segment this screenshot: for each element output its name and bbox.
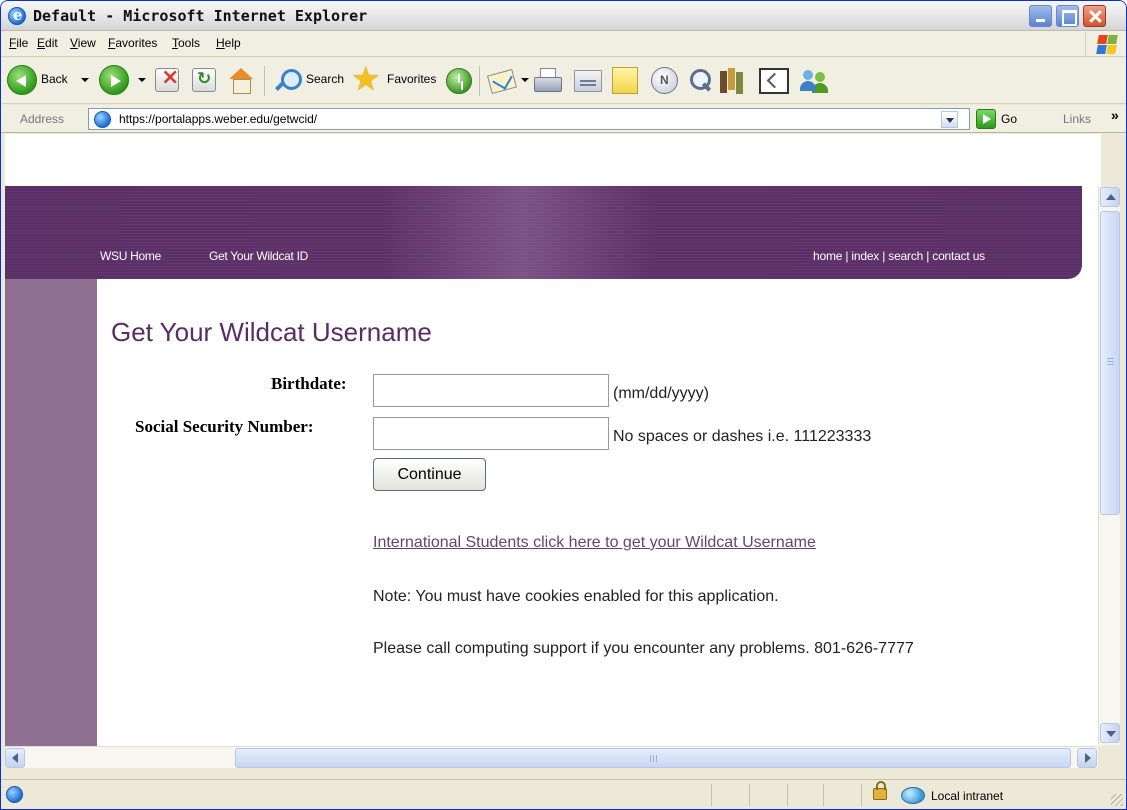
status-cell [749, 784, 750, 806]
secure-lock-icon[interactable] [873, 781, 887, 800]
vertical-scroll-thumb[interactable] [1100, 211, 1120, 515]
security-zone-label: Local intranet [931, 789, 1004, 803]
address-input[interactable]: https://portalapps.weber.edu/getwcid/ [88, 108, 970, 130]
birthdate-hint: (mm/dd/yyyy) [613, 385, 709, 402]
continue-button[interactable]: Continue [373, 458, 486, 491]
toolbar-separator [264, 66, 265, 96]
forward-dropdown-icon[interactable] [138, 78, 146, 82]
support-note: Please call computing support if you enc… [373, 640, 914, 657]
go-button-label[interactable]: Go [1001, 112, 1017, 126]
address-url[interactable]: https://portalapps.weber.edu/getwcid/ [119, 112, 317, 126]
edit-icon[interactable] [574, 70, 602, 92]
forward-icon[interactable] [99, 65, 129, 95]
mail-icon[interactable] [489, 69, 515, 91]
resize-grip-icon[interactable] [1111, 794, 1123, 806]
horizontal-scrollbar[interactable] [5, 746, 1098, 768]
intranet-zone-icon [901, 787, 925, 804]
menu-help[interactable]: Help [216, 36, 241, 50]
menu-favorites[interactable]: Favorites [108, 36, 157, 50]
print-icon[interactable] [533, 68, 562, 94]
favorites-button-label[interactable]: Favorites [387, 72, 436, 86]
research-icon[interactable] [687, 67, 713, 93]
page-viewport: WSU Home Get Your Wildcat ID home | inde… [5, 134, 1101, 746]
birthdate-label: Birthdate: [271, 374, 347, 393]
favorites-star-icon[interactable]: ★ [351, 62, 381, 96]
reference-books-icon[interactable] [717, 66, 745, 94]
browser-window: Default - Microsoft Internet Explorer Fi… [0, 0, 1127, 810]
toolbar-separator [479, 66, 480, 96]
search-button-label[interactable]: Search [306, 72, 344, 86]
contacts-icon[interactable] [799, 66, 831, 94]
left-sidebar [5, 279, 97, 746]
search-icon[interactable] [273, 67, 302, 95]
back-dropdown-icon[interactable] [81, 78, 89, 82]
status-cell [787, 784, 788, 806]
ie-logo-icon [8, 6, 26, 25]
ssn-hint: No spaces or dashes i.e. 111223333 [613, 428, 872, 445]
scroll-left-icon[interactable] [5, 748, 25, 768]
discuss-note-icon[interactable] [612, 67, 638, 94]
international-students-link[interactable]: International Students click here to get… [373, 534, 816, 552]
scroll-up-icon[interactable] [1100, 187, 1120, 207]
menu-tools[interactable]: Tools [172, 36, 200, 50]
page-status-icon [6, 786, 23, 803]
scroll-right-icon[interactable] [1077, 748, 1097, 768]
cookie-note: Note: You must have cookies enabled for … [373, 588, 779, 605]
status-bar: Local intranet [1, 779, 1126, 809]
scroll-down-icon[interactable] [1100, 723, 1120, 743]
back-button-label[interactable]: Back [41, 72, 68, 86]
site-banner: WSU Home Get Your Wildcat ID home | inde… [5, 186, 1082, 279]
status-cell [711, 784, 712, 806]
horizontal-scroll-thumb[interactable] [235, 748, 1071, 768]
nav-wsu-home[interactable]: WSU Home [100, 249, 161, 263]
menu-bar: File Edit View Favorites Tools Help [1, 31, 1126, 57]
status-cell [861, 784, 862, 806]
messenger-icon[interactable] [651, 67, 678, 94]
window-title: Default - Microsoft Internet Explorer [33, 7, 368, 25]
utility-links[interactable]: home | index | search | contact us [813, 249, 985, 263]
address-label: Address [20, 112, 65, 126]
stop-icon[interactable] [155, 65, 179, 92]
maximize-button[interactable] [1056, 5, 1079, 27]
back-icon[interactable] [7, 65, 37, 95]
refresh-icon[interactable] [192, 68, 216, 92]
minimize-button[interactable] [1029, 5, 1052, 27]
home-icon[interactable] [227, 68, 255, 94]
window-icon[interactable] [759, 68, 789, 94]
title-bar: Default - Microsoft Internet Explorer [1, 1, 1126, 31]
links-label[interactable]: Links [1063, 112, 1091, 126]
ssn-label: Social Security Number: [135, 417, 314, 436]
page-icon [94, 111, 111, 128]
menu-file[interactable]: File [9, 36, 28, 50]
birthdate-input[interactable] [373, 374, 609, 407]
standard-toolbar: Back Search ★ Favorites [1, 58, 1126, 104]
menu-view[interactable]: View [70, 36, 96, 50]
nav-get-wildcat-id[interactable]: Get Your Wildcat ID [209, 249, 308, 263]
address-bar: Address https://portalapps.weber.edu/get… [1, 105, 1126, 133]
windows-logo-icon [1085, 32, 1123, 56]
scrollbar-corner [1098, 746, 1120, 768]
vertical-scrollbar[interactable] [1098, 187, 1120, 745]
status-cell [823, 784, 824, 806]
links-chevron-icon[interactable]: » [1111, 107, 1119, 123]
ssn-input[interactable] [373, 417, 609, 450]
history-icon[interactable] [446, 68, 472, 94]
page-title: Get Your Wildcat Username [111, 317, 432, 347]
go-arrow-icon[interactable] [976, 109, 996, 129]
close-button[interactable] [1083, 5, 1106, 27]
menu-edit[interactable]: Edit [37, 36, 58, 50]
address-dropdown-icon[interactable] [941, 111, 958, 128]
mail-dropdown-icon[interactable] [521, 78, 529, 82]
